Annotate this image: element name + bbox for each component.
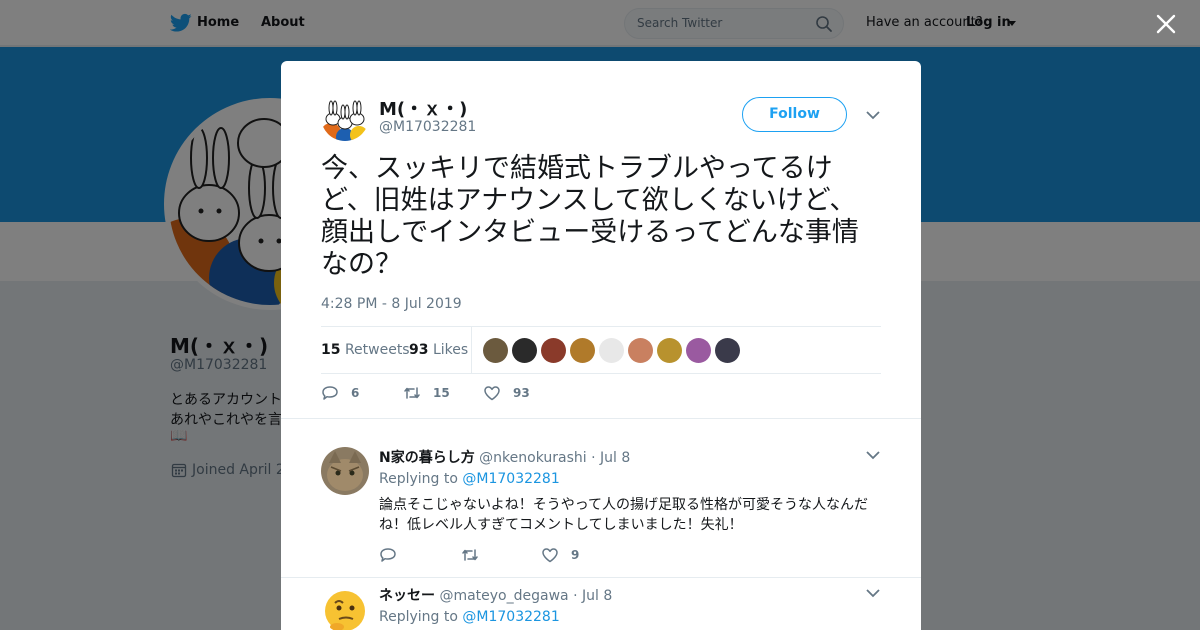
reply-icon <box>380 548 396 562</box>
like-count: 93 <box>513 386 530 400</box>
liker-avatar[interactable] <box>628 338 653 363</box>
liker-avatar[interactable] <box>686 338 711 363</box>
replying-to-label: Replying to <box>379 609 458 625</box>
heart-icon <box>484 386 500 401</box>
reply-text: 論点そこじゃないよね！そうやって人の揚げ足取る性格が可愛そうな人なんだね！低レベ… <box>379 497 869 533</box>
replying-to: Replying to @M17032281 <box>379 609 560 625</box>
retweets-stat[interactable]: 15 Retweets <box>321 342 410 358</box>
replying-to-link[interactable]: @M17032281 <box>462 609 559 625</box>
heart-icon <box>542 548 558 563</box>
reply-author-handle[interactable]: @mateyo_degawa <box>439 588 568 604</box>
retweets-label: Retweets <box>344 342 410 358</box>
tweet-timestamp[interactable]: 4:28 PM - 8 Jul 2019 <box>321 296 462 312</box>
likes-count: 93 <box>409 342 429 358</box>
likes-label: Likes <box>432 342 469 358</box>
close-icon[interactable] <box>1155 13 1177 35</box>
liker-avatar[interactable] <box>599 338 624 363</box>
reply-author-avatar[interactable] <box>321 447 369 495</box>
tweet-text: 今、スッキリで結婚式トラブルやってるけど、旧姓はアナウンスして欲しくないけど、顔… <box>321 153 859 280</box>
reply-author-name[interactable]: ネッセー <box>379 588 435 604</box>
retweets-count: 15 <box>321 342 341 358</box>
tweet-author-handle[interactable]: @M17032281 <box>379 119 476 135</box>
replying-to: Replying to @M17032281 <box>379 471 560 487</box>
tweet-stats: 15 Retweets 93 Likes <box>321 326 881 374</box>
chevron-down-icon[interactable] <box>866 110 880 120</box>
reply-actions: 9 <box>379 545 779 565</box>
liker-avatar[interactable] <box>512 338 537 363</box>
reply-count: 6 <box>351 386 360 400</box>
replies-divider <box>281 418 921 428</box>
retweet-icon <box>462 549 478 561</box>
reply-icon <box>322 386 338 400</box>
reply-header: ネッセー @mateyo_degawa · Jul 8 <box>379 585 612 605</box>
liker-avatar[interactable] <box>657 338 682 363</box>
retweet-icon <box>404 387 420 399</box>
reply-separator <box>281 577 921 578</box>
liker-avatar[interactable] <box>570 338 595 363</box>
liker-avatar[interactable] <box>541 338 566 363</box>
liker-avatar[interactable] <box>715 338 740 363</box>
reply-header: N家の暮らし方 @nkenokurashi · Jul 8 <box>379 447 630 467</box>
tweet-author-name[interactable]: M(・ｘ・) <box>379 95 467 121</box>
retweet-count: 15 <box>433 386 450 400</box>
follow-button[interactable]: Follow <box>742 97 847 132</box>
tweet-author-avatar[interactable] <box>321 93 369 141</box>
chevron-down-icon[interactable] <box>866 588 880 598</box>
replying-to-link[interactable]: @M17032281 <box>462 471 559 487</box>
likes-stat[interactable]: 93 Likes <box>409 342 468 358</box>
like-count: 9 <box>571 548 580 562</box>
chevron-down-icon[interactable] <box>866 450 880 460</box>
replying-to-label: Replying to <box>379 471 458 487</box>
reply-author-name[interactable]: N家の暮らし方 <box>379 450 475 466</box>
reply-author-avatar[interactable] <box>321 585 369 630</box>
liker-avatar[interactable] <box>483 338 508 363</box>
tweet-modal: M(・ｘ・) @M17032281 Follow 今、スッキリで結婚式トラブルや… <box>281 61 921 630</box>
stats-divider <box>471 327 472 373</box>
reply-author-handle[interactable]: @nkenokurashi <box>479 450 586 466</box>
reply-date[interactable]: · Jul 8 <box>591 450 630 466</box>
tweet-actions: 6 15 93 <box>321 383 881 405</box>
reply-date[interactable]: · Jul 8 <box>573 588 612 604</box>
